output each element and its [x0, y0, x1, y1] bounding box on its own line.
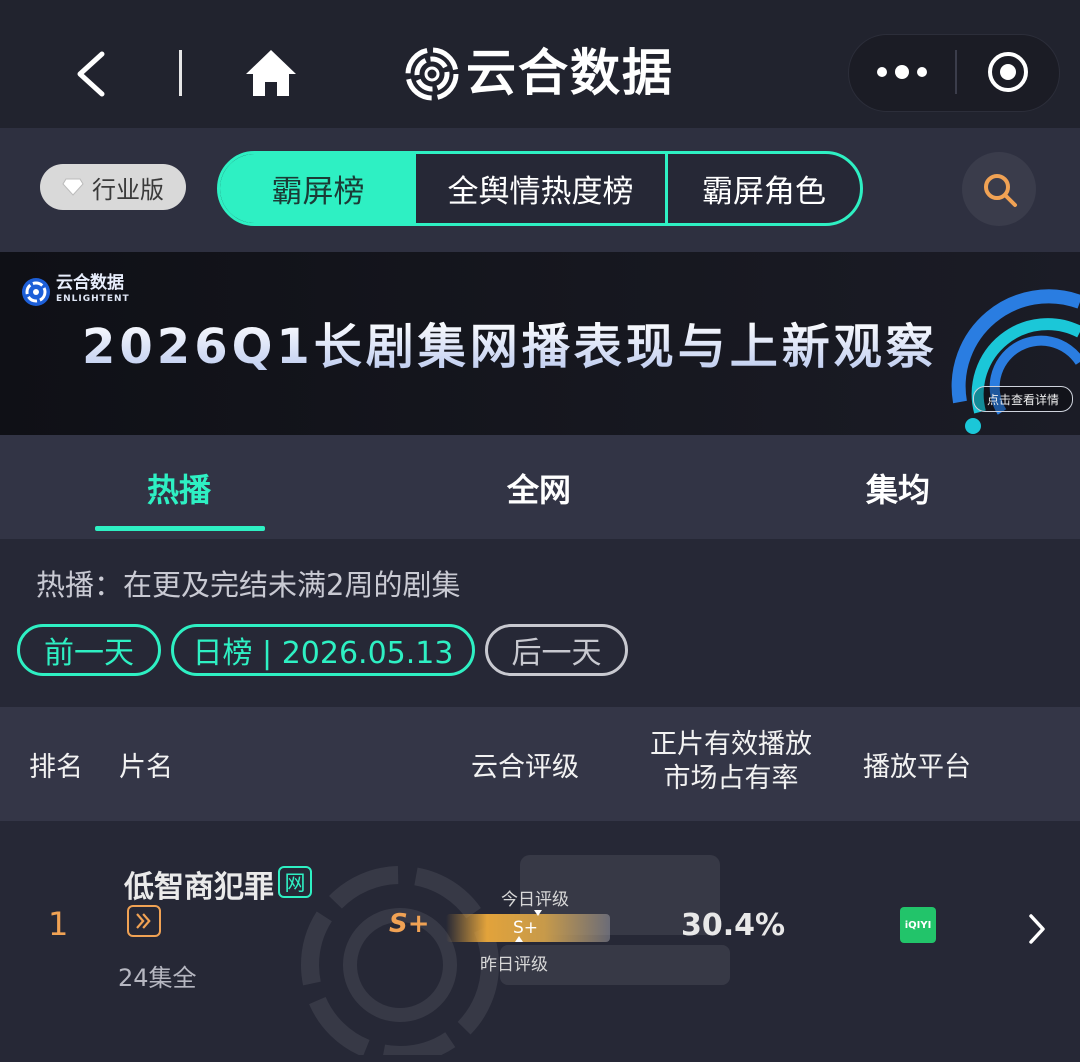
- row-episodes: 24集全: [118, 964, 197, 992]
- header-name: 片名: [119, 752, 173, 783]
- tab-screen-roles[interactable]: 霸屏角色: [668, 154, 860, 223]
- tab-sentiment-ranking[interactable]: 全舆情热度榜: [416, 154, 668, 223]
- app-title: 云合数据: [466, 44, 674, 102]
- row-grade: S+: [389, 909, 430, 939]
- close-target-icon[interactable]: [986, 50, 1030, 94]
- banner-brand-en: ENLIGHTENT: [56, 294, 130, 304]
- edition-label: 行业版: [92, 175, 164, 204]
- back-arrow-icon[interactable]: [72, 50, 112, 98]
- yesterday-grade-label: 昨日评级: [480, 955, 548, 975]
- active-tab-indicator: [95, 526, 265, 531]
- banner-title: 2026Q1长剧集网播表现与上新观察: [82, 319, 938, 375]
- tab-episode-average[interactable]: 集均: [866, 465, 930, 511]
- nav-divider: [179, 50, 182, 96]
- home-icon[interactable]: [244, 48, 298, 98]
- row-market-share: 30.4%: [681, 908, 786, 943]
- prev-day-button[interactable]: 前一天: [17, 624, 161, 676]
- header-grade: 云合评级: [471, 752, 579, 783]
- row-title[interactable]: 低智商犯罪: [124, 862, 274, 906]
- diamond-icon: [62, 178, 84, 196]
- network-badge: 网: [278, 866, 312, 898]
- tab-all-network[interactable]: 全网: [507, 465, 571, 511]
- brand-logo-icon: [405, 47, 459, 101]
- capsule-divider: [955, 50, 957, 94]
- tab-screen-ranking[interactable]: 霸屏榜: [220, 154, 416, 223]
- ranking-description: 热播：在更及完结未满2周的剧集: [36, 568, 461, 602]
- header-share-line1: 正片有效播放: [650, 729, 812, 760]
- tab-hot[interactable]: 热播: [147, 465, 211, 511]
- edition-button[interactable]: 行业版: [40, 164, 186, 210]
- grade-bar-value: S+: [513, 918, 539, 938]
- iqiyi-platform-icon: iQIYI: [900, 907, 936, 943]
- date-selector[interactable]: 日榜 | 2026.05.13: [171, 624, 475, 676]
- banner-brand: 云合数据: [56, 273, 124, 293]
- search-icon[interactable]: [980, 170, 1020, 210]
- fast-forward-icon: [127, 905, 161, 937]
- today-grade-marker: [534, 910, 542, 916]
- next-day-button[interactable]: 后一天: [485, 624, 628, 676]
- ranking-tab-group: 霸屏榜 全舆情热度榜 霸屏角色: [217, 151, 863, 226]
- header-market-share: 正片有效播放 市场占有率: [646, 728, 816, 796]
- header-platform: 播放平台: [863, 752, 971, 783]
- chevron-right-icon[interactable]: [1026, 912, 1048, 946]
- row-rank: 1: [48, 905, 69, 943]
- header-rank: 排名: [29, 752, 83, 783]
- today-grade-label: 今日评级: [501, 890, 569, 910]
- more-options-icon[interactable]: [876, 64, 928, 80]
- banner-detail-button[interactable]: 点击查看详情: [973, 386, 1073, 412]
- banner-logo-icon: [22, 278, 50, 306]
- header-share-line2: 市场占有率: [663, 763, 799, 794]
